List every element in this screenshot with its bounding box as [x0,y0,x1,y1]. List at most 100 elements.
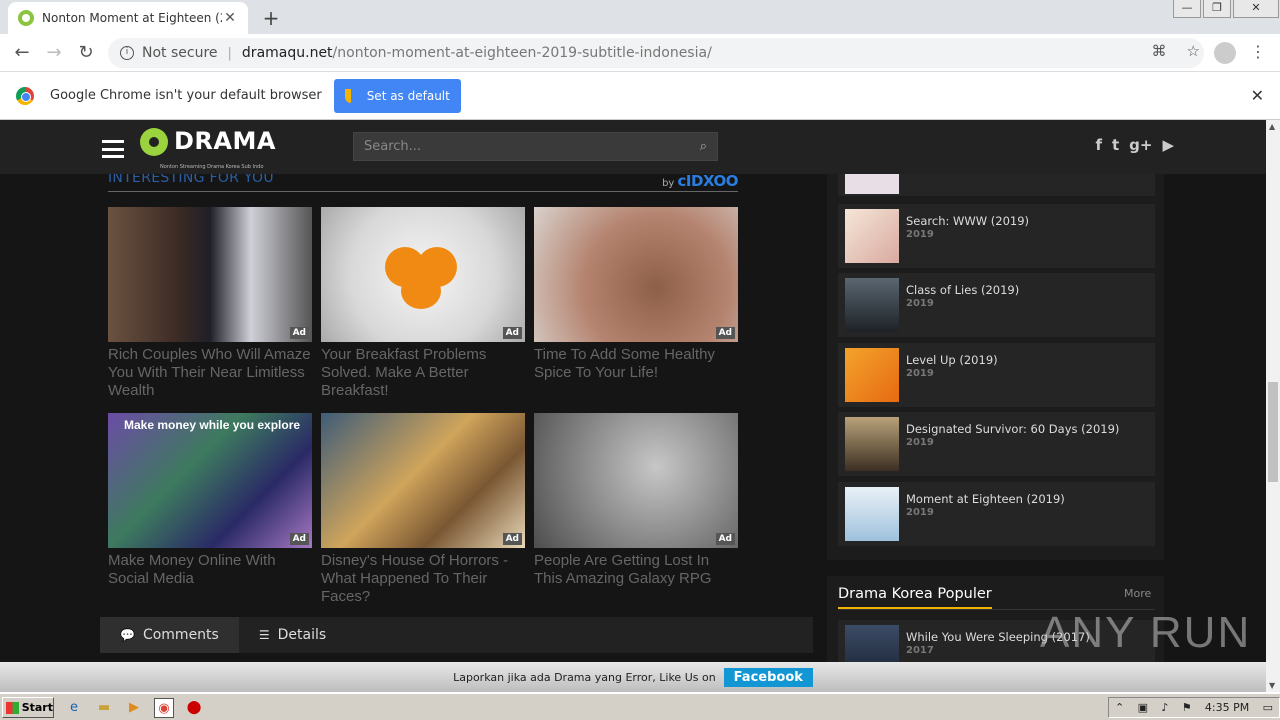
provider-credit[interactable]: by cIDXOO [662,172,738,190]
translate-icon[interactable]: ⌘ [1152,42,1167,60]
ad-card[interactable]: Ad Disney's House Of Horrors - What Happ… [321,413,525,606]
list-item[interactable]: Designated Survivor: 60 Days (2019) 2019 [838,412,1155,476]
list-item[interactable]: Class of Lies (2019) 2019 [838,273,1155,337]
social-links: f t g+ ▶ [1095,136,1174,154]
scroll-down-arrow-icon[interactable]: ▼ [1269,681,1275,690]
poster-thumbnail[interactable] [845,625,899,662]
forward-button[interactable]: → [42,42,66,64]
close-tab-icon[interactable]: ✕ [222,10,238,26]
new-tab-button[interactable]: + [260,6,282,30]
ad-image[interactable]: Ad [321,413,525,548]
drama-title[interactable]: Class of Lies (2019) [906,283,1019,297]
youtube-icon[interactable]: ▶ [1162,136,1174,154]
drama-title[interactable]: Level Up (2019) [906,353,998,367]
folder-icon[interactable]: ▬ [94,698,114,718]
bookmark-star-icon[interactable]: ☆ [1187,42,1200,60]
list-item[interactable]: Search: WWW (2019) 2019 [838,204,1155,268]
ad-caption[interactable]: Make Money Online With Social Media [108,552,312,588]
maximize-button[interactable]: ❐ [1203,0,1231,18]
address-bar[interactable]: i Not secure | dramaqu.net/nonton-moment… [108,38,1204,68]
ad-caption[interactable]: Rich Couples Who Will Amaze You With The… [108,346,312,400]
site-logo[interactable]: DRAMA Nonton Streaming Drama Korea Sub I… [140,126,295,172]
facebook-icon[interactable]: f [1095,136,1102,154]
start-button[interactable]: Start [2,697,54,718]
list-item[interactable]: Level Up (2019) 2019 [838,343,1155,407]
menu-kebab-icon[interactable]: ⋮ [1250,42,1266,61]
media-player-icon[interactable]: ▶ [124,698,144,718]
list-item[interactable]: Moment at Eighteen (2019) 2019 [838,482,1155,546]
sticky-footer-bar: Laporkan jika ada Drama yang Error, Like… [0,662,1266,692]
ad-image[interactable]: Make money while you explore Ad [108,413,312,548]
minimize-button[interactable]: — [1173,0,1201,18]
ad-caption[interactable]: Time To Add Some Healthy Spice To Your L… [534,346,738,382]
ad-card[interactable]: Ad Your Breakfast Problems Solved. Make … [321,207,525,400]
close-window-button[interactable]: ✕ [1233,0,1279,18]
show-desktop-icon[interactable]: ▭ [1263,701,1273,714]
browser-tab[interactable]: Nonton Moment at Eighteen (2019) S ✕ [8,2,248,34]
page-scrollbar[interactable]: ▲ ▼ [1266,120,1280,692]
set-as-default-label: Set as default [366,88,450,103]
tab-title: Nonton Moment at Eighteen (2019) S [42,11,222,25]
ad-caption[interactable]: Disney's House Of Horrors - What Happene… [321,552,525,606]
network-icon[interactable]: ▣ [1138,701,1148,714]
tab-details-label: Details [277,627,327,643]
ad-card[interactable]: Ad Time To Add Some Healthy Spice To You… [534,207,738,382]
twitter-icon[interactable]: t [1112,136,1119,154]
poster-thumbnail[interactable] [845,487,899,541]
security-shield-icon[interactable]: ⬤ [184,698,204,718]
site-search: ⌕ [353,132,718,161]
chrome-taskbar-icon[interactable]: ◉ [154,698,174,718]
ad-card[interactable]: Ad People Are Getting Lost In This Amazi… [534,413,738,588]
chrome-logo-icon [16,86,34,105]
windows-flag-icon [6,701,19,714]
ad-caption[interactable]: Your Breakfast Problems Solved. Make A B… [321,346,525,400]
poster-thumbnail[interactable] [845,278,899,332]
list-item[interactable] [838,172,1155,196]
omnibox-actions: ⌘ ☆ [1152,42,1200,60]
ad-badge: Ad [289,533,309,545]
site-favicon-icon [18,10,34,26]
ad-image[interactable]: Ad [321,207,525,342]
set-as-default-button[interactable]: Set as default [333,78,461,113]
flag-icon[interactable]: ⚑ [1182,701,1192,714]
google-plus-icon[interactable]: g+ [1129,136,1152,154]
ad-card[interactable]: Ad Rich Couples Who Will Amaze You With … [108,207,312,400]
drama-title[interactable]: Search: WWW (2019) [906,214,1029,228]
drama-title[interactable]: Designated Survivor: 60 Days (2019) [906,422,1119,436]
clock[interactable]: 4:35 PM [1205,701,1249,714]
ad-image[interactable]: Ad [108,207,312,342]
hamburger-menu-icon[interactable] [102,140,124,158]
infobar-close-icon[interactable]: ✕ [1251,86,1264,105]
ad-image[interactable]: Ad [534,413,738,548]
tab-details[interactable]: ☰ Details [239,617,346,653]
security-label: Not secure [142,45,218,61]
volume-icon[interactable]: ♪ [1161,701,1168,714]
popular-more-link[interactable]: More [1124,587,1151,600]
reload-button[interactable]: ↻ [74,42,98,64]
ad-badge: Ad [502,327,522,339]
poster-thumbnail[interactable] [845,172,899,194]
tray-expand-icon[interactable]: ⌃ [1115,701,1124,714]
logo-text: DRAMA [174,127,276,155]
site-header: DRAMA Nonton Streaming Drama Korea Sub I… [0,120,1266,174]
back-button[interactable]: ← [10,42,34,64]
poster-thumbnail[interactable] [845,417,899,471]
poster-thumbnail[interactable] [845,348,899,402]
drama-title[interactable]: Moment at Eighteen (2019) [906,492,1065,506]
poster-thumbnail[interactable] [845,209,899,263]
ad-caption[interactable]: People Are Getting Lost In This Amazing … [534,552,738,588]
info-icon[interactable]: i [120,46,134,60]
ad-card[interactable]: Make money while you explore Ad Make Mon… [108,413,312,588]
scroll-up-arrow-icon[interactable]: ▲ [1269,122,1275,131]
profile-avatar[interactable] [1214,42,1236,64]
shield-icon [344,88,357,103]
ad-image[interactable]: Ad [534,207,738,342]
ad-badge: Ad [502,533,522,545]
search-icon[interactable]: ⌕ [700,139,707,154]
ad-badge: Ad [289,327,309,339]
scrollbar-thumb[interactable] [1268,382,1278,482]
facebook-like-button[interactable]: Facebook [723,667,813,687]
tab-comments[interactable]: 💬 Comments [100,617,239,653]
search-input[interactable] [364,139,700,154]
ie-icon[interactable]: e [64,698,84,718]
